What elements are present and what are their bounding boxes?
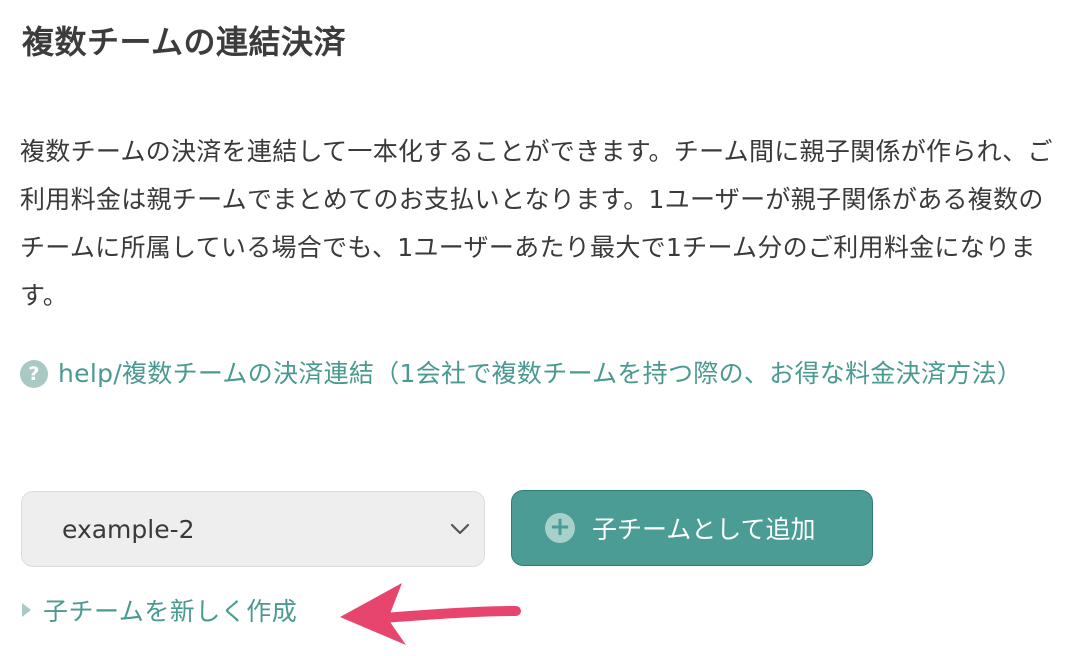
add-child-team-button[interactable]: + 子チームとして追加 bbox=[511, 490, 873, 566]
team-select-value: example-2 bbox=[62, 515, 195, 544]
add-child-team-button-label: 子チームとして追加 bbox=[592, 515, 816, 544]
create-new-child-team-toggle[interactable]: 子チームを新しく作成 bbox=[22, 588, 297, 636]
caret-right-icon bbox=[22, 603, 31, 617]
description-text: 複数チームの決済を連結して一本化することができます。チーム間に親子関係が作られ、… bbox=[20, 137, 1053, 310]
help-link-text: help/複数チームの決済連結（1会社で複数チームを持つ際の、お得な料金決済方法… bbox=[58, 359, 1023, 388]
page-title: 複数チームの連結決済 bbox=[22, 23, 347, 61]
team-select[interactable]: example-2 bbox=[21, 491, 485, 567]
annotation-arrow bbox=[340, 583, 521, 645]
chevron-down-icon bbox=[450, 523, 470, 535]
create-new-child-team-label: 子チームを新しく作成 bbox=[43, 597, 298, 626]
question-circle-icon: ? bbox=[20, 360, 48, 388]
plus-circle-icon: + bbox=[545, 513, 575, 543]
help-link[interactable]: ? help/複数チームの決済連結（1会社で複数チームを持つ際の、お得な料金決済方… bbox=[20, 348, 1060, 400]
